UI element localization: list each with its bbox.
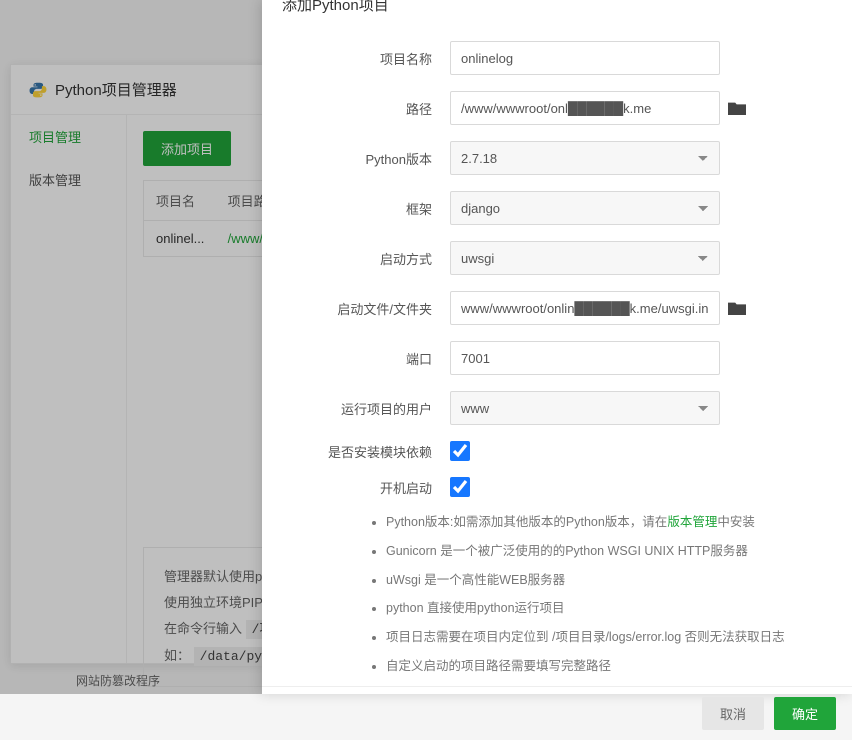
bullet-item: uWsgi 是一个高性能WEB服务器 [386, 571, 824, 590]
bullet-text: 中安装 [717, 515, 755, 529]
version-manage-link[interactable]: 版本管理 [667, 515, 717, 529]
label-port: 端口 [290, 349, 450, 368]
label-framework: 框架 [290, 199, 450, 218]
folder-icon[interactable] [728, 101, 746, 115]
framework-select[interactable]: django [450, 191, 720, 225]
label-runuser: 运行项目的用户 [290, 399, 450, 418]
installdep-checkbox[interactable] [450, 441, 470, 461]
bullet-item: Python版本:如需添加其他版本的Python版本，请在版本管理中安装 [386, 513, 824, 532]
port-input[interactable] [450, 341, 720, 375]
modal-title: 添加Python项目 [262, 0, 852, 21]
bullet-item: 项目日志需要在项目内定位到 /项目目录/logs/error.log 否则无法获… [386, 628, 824, 647]
add-project-modal: 添加Python项目 项目名称 路径 Python版本 2.7.18 框架 dj… [262, 0, 852, 694]
runuser-select[interactable]: www [450, 391, 720, 425]
modal-form: 项目名称 路径 Python版本 2.7.18 框架 django 启动方式 u… [262, 21, 852, 686]
label-name: 项目名称 [290, 49, 450, 68]
folder-icon[interactable] [728, 301, 746, 315]
autostart-checkbox[interactable] [450, 477, 470, 497]
label-path: 路径 [290, 99, 450, 118]
project-name-input[interactable] [450, 41, 720, 75]
help-bullets: Python版本:如需添加其他版本的Python版本，请在版本管理中安装 Gun… [386, 513, 824, 676]
project-path-input[interactable] [450, 91, 720, 125]
startfile-input[interactable] [450, 291, 720, 325]
bullet-item: python 直接使用python运行项目 [386, 599, 824, 618]
label-installdep: 是否安装模块依赖 [290, 442, 450, 461]
bullet-item: Gunicorn 是一个被广泛使用的的Python WSGI UNIX HTTP… [386, 542, 824, 561]
ok-button[interactable]: 确定 [774, 697, 836, 730]
label-pyver: Python版本 [290, 149, 450, 168]
label-startfile: 启动文件/文件夹 [290, 299, 450, 318]
bullet-item: 自定义启动的项目路径需要填写完整路径 [386, 657, 824, 676]
python-version-select[interactable]: 2.7.18 [450, 141, 720, 175]
label-startmode: 启动方式 [290, 249, 450, 268]
cancel-button[interactable]: 取消 [702, 697, 764, 730]
startmode-select[interactable]: uwsgi [450, 241, 720, 275]
bullet-text: Python版本:如需添加其他版本的Python版本，请在 [386, 515, 667, 529]
label-autostart: 开机启动 [290, 478, 450, 497]
